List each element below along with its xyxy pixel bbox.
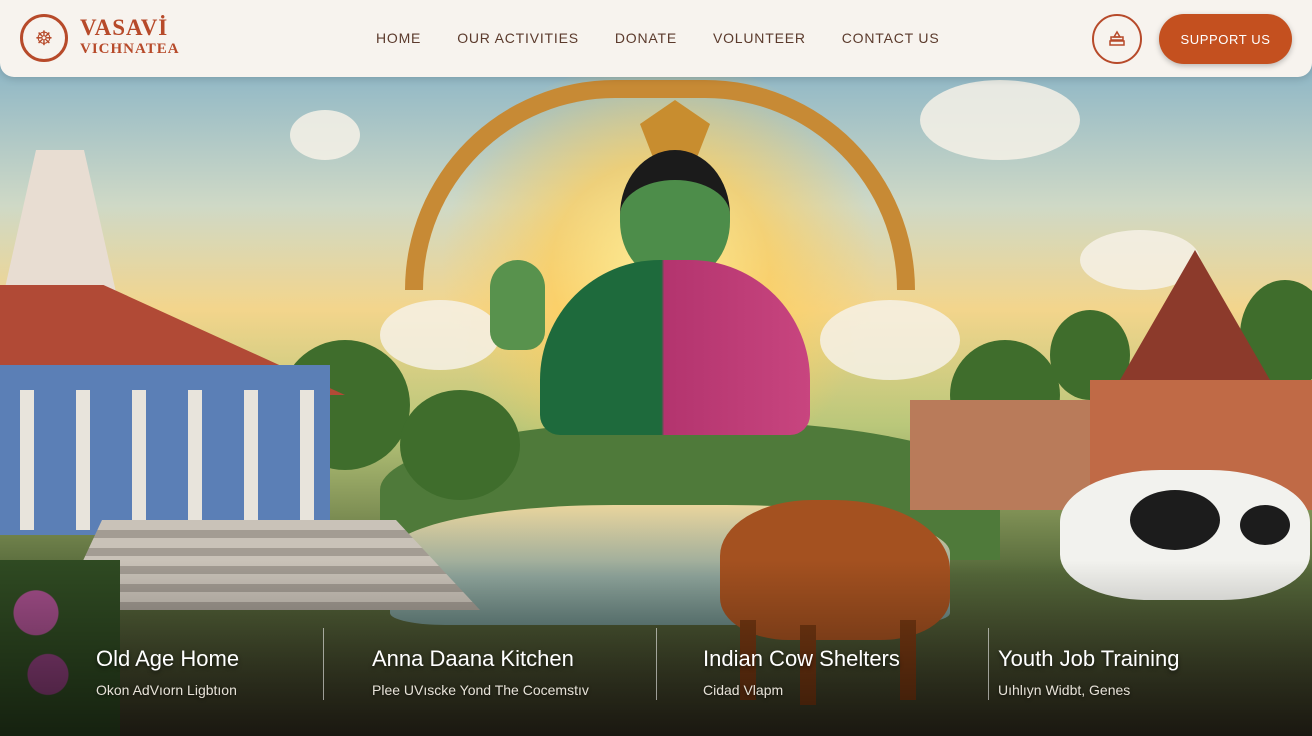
logo-emblem-icon[interactable]: ☸ [20,14,68,62]
goddess-figure [490,100,810,435]
card-old-age-home[interactable]: Old Age Home Okon AdVıorn Ligbtıon [96,620,396,710]
card-title: Youth Job Training [998,646,1180,671]
card-title: Anna Daana Kitchen [372,646,574,671]
blessing-hand [490,260,545,350]
tree [400,390,520,500]
card-indian-cow-shelters[interactable]: Indian Cow Shelters Cidad Vlapm [703,620,1003,710]
cow-spot [1130,490,1220,550]
brand-subname: VICHNATEA [80,41,180,57]
nav-contact-us[interactable]: CONTACT US [842,30,940,46]
nav-volunteer[interactable]: VOLUNTEER [713,30,806,46]
support-us-button[interactable]: SUPPORT US [1159,14,1292,64]
card-subtitle: Plee UVıscke Yond The Cocemstıv [372,682,589,698]
cow-spot [1240,505,1290,545]
card-divider [988,628,989,700]
nav-our-activities[interactable]: OUR ACTIVITIES [457,30,579,46]
activity-cards: Old Age Home Okon AdVıorn Ligbtıon Anna … [0,620,1312,730]
card-title: Old Age Home [96,646,240,671]
top-navbar: ☸ VASAVİ VICHNATEA HOME OUR ACTIVITIES D… [0,0,1312,77]
cloud [920,80,1080,160]
cloud [290,110,360,160]
card-divider [656,628,657,700]
house-columns [20,390,320,530]
brand-name: VASAVİ [80,15,169,40]
card-youth-job-training[interactable]: Youth Job Training Uıhlıyn Widbt, Genes [998,620,1298,710]
card-subtitle: Cidad Vlapm [703,682,784,698]
card-title: Indian Cow Shelters [703,646,900,671]
card-anna-daana-kitchen[interactable]: Anna Daana Kitchen Plee UVıscke Yond The… [372,620,672,710]
card-subtitle: Uıhlıyn Widbt, Genes [998,682,1131,698]
temple-icon-button[interactable] [1092,14,1142,64]
nav-donate[interactable]: DONATE [615,30,677,46]
goddess-saree [540,260,810,435]
cloud [820,300,960,380]
temple-icon [1109,30,1125,46]
card-divider [323,628,324,700]
nav-home[interactable]: HOME [376,30,421,46]
card-subtitle: Okon AdVıorn Ligbtıon [96,682,237,698]
cloud [380,300,500,370]
main-nav: HOME OUR ACTIVITIES DONATE VOLUNTEER CON… [376,30,975,46]
brand-logo-text[interactable]: VASAVİ VICHNATEA [80,16,180,57]
shelter-building [910,400,1090,510]
